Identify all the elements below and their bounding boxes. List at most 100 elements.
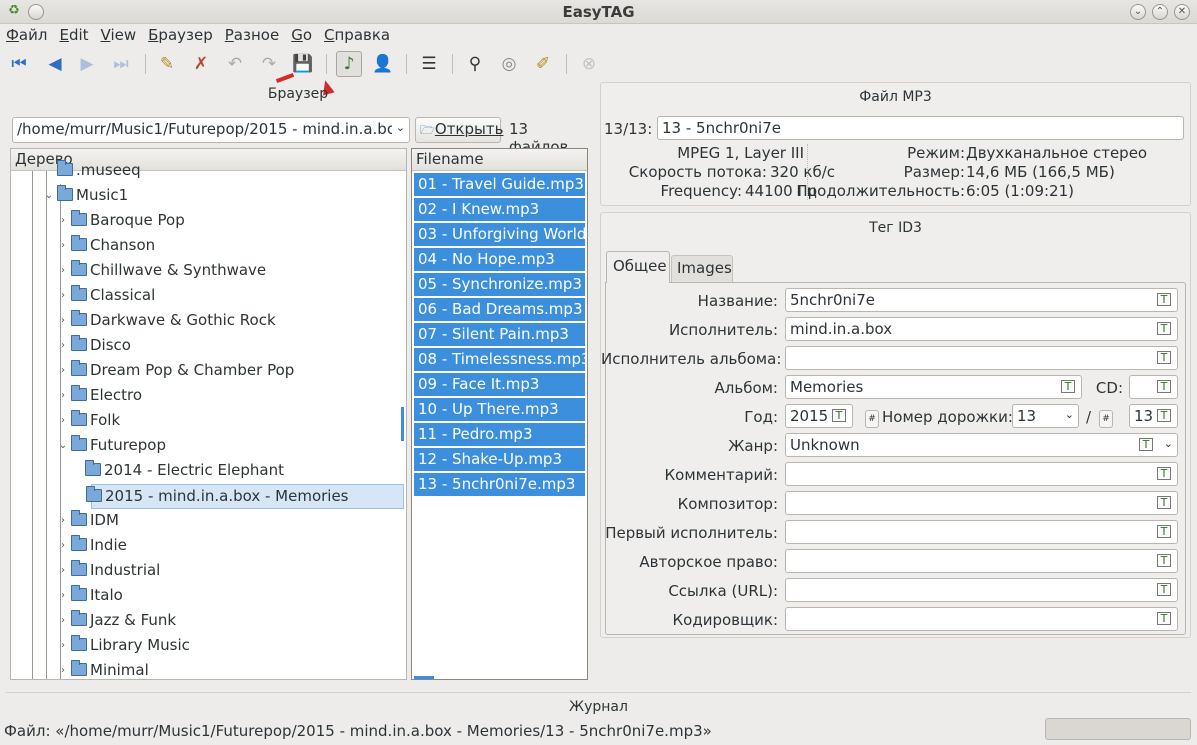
cddb-icon[interactable]: ◎: [496, 51, 522, 77]
chevron-down-icon[interactable]: ⌄: [1164, 437, 1173, 450]
expander-icon[interactable]: ›: [57, 509, 69, 532]
expander-icon[interactable]: ›: [57, 609, 69, 632]
expander-icon[interactable]: ›: [57, 259, 69, 282]
scroll-indicator[interactable]: [414, 676, 434, 679]
artist-field[interactable]: mind.in.a.box T: [785, 317, 1178, 341]
tree-item[interactable]: › Chanson: [11, 234, 406, 259]
file-row[interactable]: 09 - Face It.mp3: [414, 373, 585, 397]
expander-icon[interactable]: ›: [57, 359, 69, 382]
undo-icon[interactable]: ↶: [222, 51, 248, 77]
album-artist-field[interactable]: T: [785, 346, 1178, 370]
expander-icon[interactable]: ›: [57, 234, 69, 257]
tree-item[interactable]: .museeq: [11, 159, 406, 184]
show-artist-album-icon[interactable]: 👤: [370, 51, 396, 77]
file-row[interactable]: 12 - Shake-Up.mp3: [414, 448, 585, 472]
apply-tag-icon[interactable]: T: [1157, 554, 1171, 567]
expander-icon[interactable]: ›: [57, 534, 69, 557]
menu-view[interactable]: View: [95, 24, 143, 44]
copyright-field[interactable]: T: [785, 549, 1178, 573]
scroll-indicator[interactable]: [401, 407, 404, 441]
apply-tag-icon[interactable]: T: [1139, 438, 1153, 451]
search-icon[interactable]: ⚲: [462, 51, 488, 77]
last-file-icon[interactable]: ⏭: [108, 51, 134, 77]
menu-go[interactable]: Go: [285, 24, 318, 44]
expander-icon[interactable]: ›: [57, 584, 69, 607]
tree-item[interactable]: ⌄ Futurepop: [11, 434, 406, 459]
track-total-field[interactable]: 13 T: [1129, 404, 1178, 428]
file-row[interactable]: 10 - Up There.mp3: [414, 398, 585, 422]
redo-icon[interactable]: ↷: [256, 51, 282, 77]
chevron-down-icon[interactable]: ⌄: [391, 121, 405, 134]
file-row[interactable]: 11 - Pedro.mp3: [414, 423, 585, 447]
directory-tree[interactable]: Дерево .museeq ⌄ Music1 › Baroque Pop › Chanso…: [10, 148, 407, 680]
minimize-button[interactable]: ⌄: [1130, 4, 1146, 20]
tree-item[interactable]: › Italo: [11, 584, 406, 609]
open-button[interactable]: 🗁Открыть: [415, 117, 503, 143]
year-field[interactable]: 2015 T: [785, 404, 853, 428]
file-row[interactable]: 04 - No Hope.mp3: [414, 248, 585, 272]
composer-field[interactable]: T: [785, 491, 1178, 515]
genre-combo[interactable]: Unknown T ⌄: [785, 433, 1178, 457]
browse-subdir-icon[interactable]: ♪: [336, 51, 362, 77]
file-row[interactable]: 02 - I Knew.mp3: [414, 198, 585, 222]
expander-icon[interactable]: ›: [57, 309, 69, 332]
first-file-icon[interactable]: ⏮: [6, 51, 32, 77]
tree-item[interactable]: › IDM: [11, 509, 406, 534]
list-view-icon[interactable]: ☰: [416, 51, 442, 77]
expander-open-icon[interactable]: ⌄: [57, 434, 69, 457]
expander-open-icon[interactable]: ⌄: [43, 184, 55, 207]
track-combo[interactable]: 13 ⌄: [1012, 404, 1079, 428]
track-total-button[interactable]: #: [1099, 407, 1113, 428]
apply-tag-icon[interactable]: T: [1157, 467, 1171, 480]
renumber-button[interactable]: #: [865, 407, 879, 428]
file-row[interactable]: 03 - Unforgiving World.mp3: [414, 223, 585, 247]
menu-browser[interactable]: Браузер: [142, 24, 219, 44]
previous-file-icon[interactable]: ◀: [42, 51, 68, 77]
remove-tags-icon[interactable]: ✗: [188, 51, 214, 77]
apply-tag-icon[interactable]: T: [1157, 496, 1171, 509]
stop-icon[interactable]: ⊗: [576, 51, 602, 77]
apply-tag-icon[interactable]: T: [1157, 322, 1171, 335]
apply-tag-icon[interactable]: T: [1157, 351, 1171, 364]
tree-item[interactable]: › Indie: [11, 534, 406, 559]
tree-item[interactable]: › Darkwave & Gothic Rock: [11, 309, 406, 334]
apply-tag-icon[interactable]: T: [1157, 612, 1171, 625]
expander-icon[interactable]: ›: [57, 209, 69, 232]
file-row[interactable]: 05 - Synchronize.mp3: [414, 273, 585, 297]
menu-misc[interactable]: Разное: [219, 24, 285, 44]
comment-field[interactable]: T: [785, 462, 1178, 486]
menu-help[interactable]: Справка: [318, 24, 396, 44]
tree-item[interactable]: › Disco: [11, 334, 406, 359]
apply-tag-icon[interactable]: T: [1157, 293, 1171, 306]
tree-item[interactable]: › Library Music: [11, 634, 406, 659]
apply-tag-icon[interactable]: T: [832, 409, 846, 422]
tree-item[interactable]: › Classical: [11, 284, 406, 309]
tab-general[interactable]: Общее: [606, 251, 670, 283]
cd-field[interactable]: T: [1129, 375, 1178, 399]
menu-file[interactable]: Файл: [0, 24, 53, 44]
file-row[interactable]: 08 - Timelessness.mp3: [414, 348, 585, 372]
tree-item[interactable]: ⌄ Music1: [11, 184, 406, 209]
filename-field[interactable]: 13 - 5nchr0ni7e: [657, 116, 1184, 140]
expander-icon[interactable]: ›: [57, 284, 69, 307]
tree-item[interactable]: › Jazz & Funk: [11, 609, 406, 634]
apply-tag-icon[interactable]: T: [1157, 583, 1171, 596]
tree-item[interactable]: › Industrial: [11, 559, 406, 584]
tab-images[interactable]: Images: [671, 255, 733, 283]
tree-item[interactable]: 2015 - mind.in.a.box - Memories: [86, 484, 404, 509]
title-field[interactable]: 5nchr0ni7e T: [785, 288, 1178, 312]
expander-icon[interactable]: ›: [57, 634, 69, 657]
scan-files-icon[interactable]: ✎: [154, 51, 180, 77]
encoder-field[interactable]: T: [785, 607, 1178, 631]
file-row[interactable]: 07 - Silent Pain.mp3: [414, 323, 585, 347]
tree-item[interactable]: › Folk: [11, 409, 406, 434]
tree-item[interactable]: › Dream Pop & Chamber Pop: [11, 359, 406, 384]
expander-icon[interactable]: ›: [57, 334, 69, 357]
menu-edit[interactable]: Edit: [53, 24, 94, 44]
file-row[interactable]: 06 - Bad Dreams.mp3: [414, 298, 585, 322]
maximize-button[interactable]: ⌃: [1152, 4, 1168, 20]
expander-icon[interactable]: ›: [57, 559, 69, 582]
url-field[interactable]: T: [785, 578, 1178, 602]
expander-icon[interactable]: ›: [57, 409, 69, 432]
expander-icon[interactable]: ›: [57, 384, 69, 407]
